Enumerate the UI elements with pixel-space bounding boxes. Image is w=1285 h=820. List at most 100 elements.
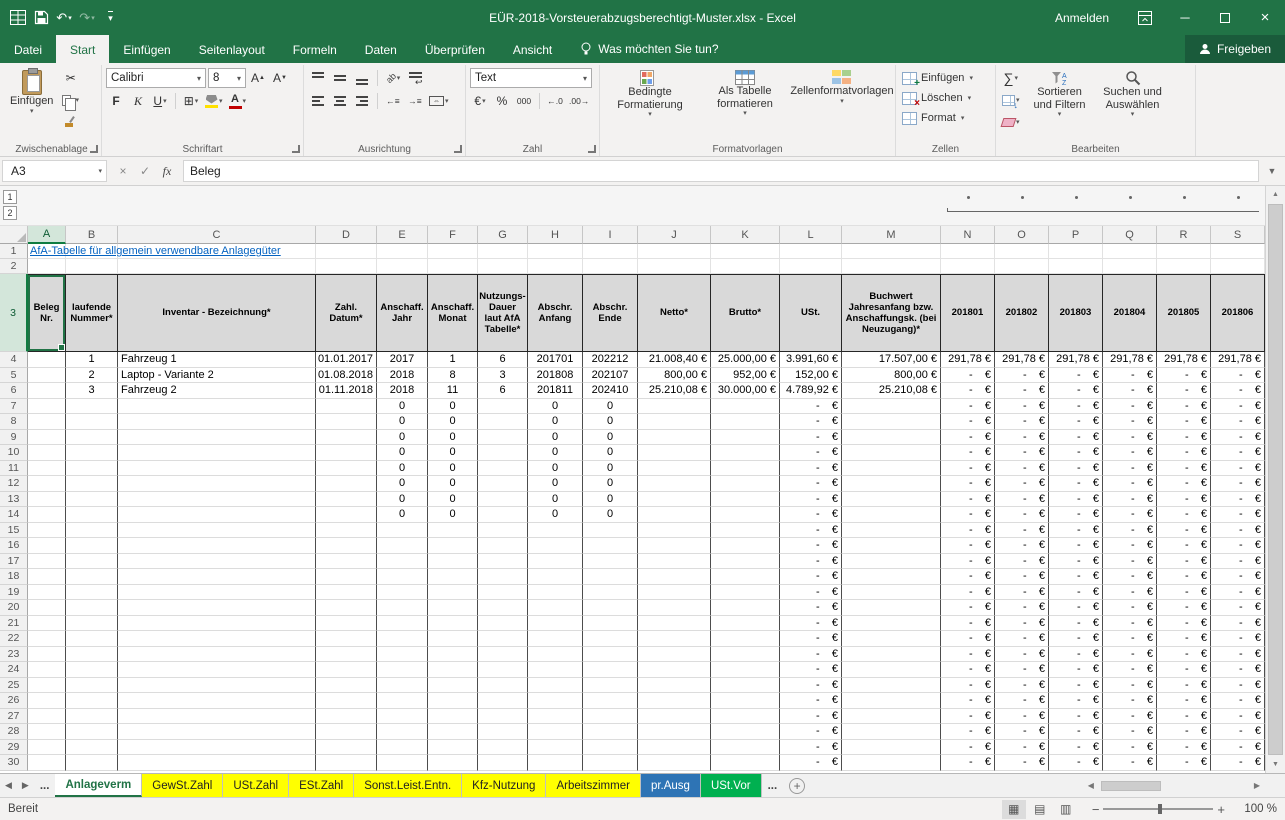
cell-S11[interactable]: - € xyxy=(1211,461,1265,477)
cell-P13[interactable]: - € xyxy=(1049,492,1103,508)
cell-F20[interactable] xyxy=(428,600,478,616)
cell-S5[interactable]: - € xyxy=(1211,368,1265,384)
cell-G7[interactable] xyxy=(478,399,528,415)
cell-D11[interactable] xyxy=(316,461,377,477)
cell-J28[interactable] xyxy=(638,724,711,740)
tabs-scroll-left[interactable]: ◀ xyxy=(0,774,17,797)
cell-L3[interactable]: USt. xyxy=(780,274,842,352)
cell-J15[interactable] xyxy=(638,523,711,539)
cell-F26[interactable] xyxy=(428,693,478,709)
column-header-Q[interactable]: Q xyxy=(1103,226,1157,244)
cell-M10[interactable] xyxy=(842,445,941,461)
cell-M21[interactable] xyxy=(842,616,941,632)
fill-color-button[interactable]: ▾ xyxy=(203,91,225,111)
cell-G9[interactable] xyxy=(478,430,528,446)
hscroll-track[interactable] xyxy=(1099,780,1249,792)
cell-L12[interactable]: - € xyxy=(780,476,842,492)
sheet-tab-pr.Ausg[interactable]: pr.Ausg xyxy=(641,774,701,797)
column-header-D[interactable]: D xyxy=(316,226,377,244)
cell-A22[interactable] xyxy=(28,631,66,647)
cell-F9[interactable]: 0 xyxy=(428,430,478,446)
cell-F30[interactable] xyxy=(428,755,478,771)
afa-table-hyperlink[interactable]: AfA-Tabelle für allgemein verwendbare An… xyxy=(30,245,281,257)
cell-E29[interactable] xyxy=(377,740,428,756)
cell-B16[interactable] xyxy=(66,538,118,554)
ribbon-tab-ansicht[interactable]: Ansicht xyxy=(499,35,566,63)
cell-B9[interactable] xyxy=(66,430,118,446)
ribbon-tab-seitenlayout[interactable]: Seitenlayout xyxy=(185,35,279,63)
cell-K21[interactable] xyxy=(711,616,780,632)
insert-cells-button[interactable]: + Einfügen ▾ xyxy=(900,68,991,88)
cell-R9[interactable]: - € xyxy=(1157,430,1211,446)
new-sheet-button[interactable]: + xyxy=(789,778,805,794)
cell-C13[interactable] xyxy=(118,492,316,508)
cell-M28[interactable] xyxy=(842,724,941,740)
hscroll-left-arrow[interactable]: ◀ xyxy=(1085,781,1097,790)
cell-D30[interactable] xyxy=(316,755,377,771)
cell-D28[interactable] xyxy=(316,724,377,740)
row-header-3[interactable]: 3 xyxy=(0,274,28,352)
cell-S20[interactable]: - € xyxy=(1211,600,1265,616)
cell-C23[interactable] xyxy=(118,647,316,663)
cell-A25[interactable] xyxy=(28,678,66,694)
cell-S10[interactable]: - € xyxy=(1211,445,1265,461)
cell-A6[interactable] xyxy=(28,383,66,399)
cell-L15[interactable]: - € xyxy=(780,523,842,539)
cell-M4[interactable]: 17.507,00 € xyxy=(842,352,941,368)
cell-P10[interactable]: - € xyxy=(1049,445,1103,461)
cell-Q22[interactable]: - € xyxy=(1103,631,1157,647)
cell-E8[interactable]: 0 xyxy=(377,414,428,430)
underline-button[interactable]: U▾ xyxy=(150,91,170,111)
cell-L7[interactable]: - € xyxy=(780,399,842,415)
cell-M9[interactable] xyxy=(842,430,941,446)
cell-P11[interactable]: - € xyxy=(1049,461,1103,477)
cell-D23[interactable] xyxy=(316,647,377,663)
row-header-21[interactable]: 21 xyxy=(0,616,28,632)
cell-I29[interactable] xyxy=(583,740,638,756)
cell-A24[interactable] xyxy=(28,662,66,678)
cell-M15[interactable] xyxy=(842,523,941,539)
cell-F8[interactable]: 0 xyxy=(428,414,478,430)
cell-O9[interactable]: - € xyxy=(995,430,1049,446)
cell-S25[interactable]: - € xyxy=(1211,678,1265,694)
cell-N8[interactable]: - € xyxy=(941,414,995,430)
cell-F27[interactable] xyxy=(428,709,478,725)
cell-R10[interactable]: - € xyxy=(1157,445,1211,461)
cell-B26[interactable] xyxy=(66,693,118,709)
cell-C4[interactable]: Fahrzeug 1 xyxy=(118,352,316,368)
cell-J18[interactable] xyxy=(638,569,711,585)
cell-N7[interactable]: - € xyxy=(941,399,995,415)
cell-O17[interactable]: - € xyxy=(995,554,1049,570)
hscroll-right-arrow[interactable]: ▶ xyxy=(1251,781,1263,790)
cell-M24[interactable] xyxy=(842,662,941,678)
cell-A10[interactable] xyxy=(28,445,66,461)
cell-L6[interactable]: 4.789,92 € xyxy=(780,383,842,399)
cell-G17[interactable] xyxy=(478,554,528,570)
cell-G18[interactable] xyxy=(478,569,528,585)
align-right-button[interactable] xyxy=(352,91,372,111)
cell-R11[interactable]: - € xyxy=(1157,461,1211,477)
cell-M27[interactable] xyxy=(842,709,941,725)
cell-D2[interactable] xyxy=(316,259,377,274)
sheet-tab-USt.Zahl[interactable]: USt.Zahl xyxy=(223,774,289,797)
cell-Q1[interactable] xyxy=(1103,244,1157,259)
cell-B27[interactable] xyxy=(66,709,118,725)
cell-O24[interactable]: - € xyxy=(995,662,1049,678)
cell-S30[interactable]: - € xyxy=(1211,755,1265,771)
cell-R12[interactable]: - € xyxy=(1157,476,1211,492)
cell-K19[interactable] xyxy=(711,585,780,601)
cell-D17[interactable] xyxy=(316,554,377,570)
cell-L9[interactable]: - € xyxy=(780,430,842,446)
undo-button[interactable]: ↶▾ xyxy=(54,7,74,29)
cell-I12[interactable]: 0 xyxy=(583,476,638,492)
cell-G27[interactable] xyxy=(478,709,528,725)
cell-B17[interactable] xyxy=(66,554,118,570)
cell-J16[interactable] xyxy=(638,538,711,554)
autosum-button[interactable]: ∑▾ xyxy=(1000,68,1022,88)
increase-decimal-button[interactable]: ←.0 xyxy=(545,91,565,111)
font-color-button[interactable]: A▾ xyxy=(227,91,249,111)
cell-J26[interactable] xyxy=(638,693,711,709)
cell-F24[interactable] xyxy=(428,662,478,678)
cell-H5[interactable]: 201808 xyxy=(528,368,583,384)
cell-I28[interactable] xyxy=(583,724,638,740)
